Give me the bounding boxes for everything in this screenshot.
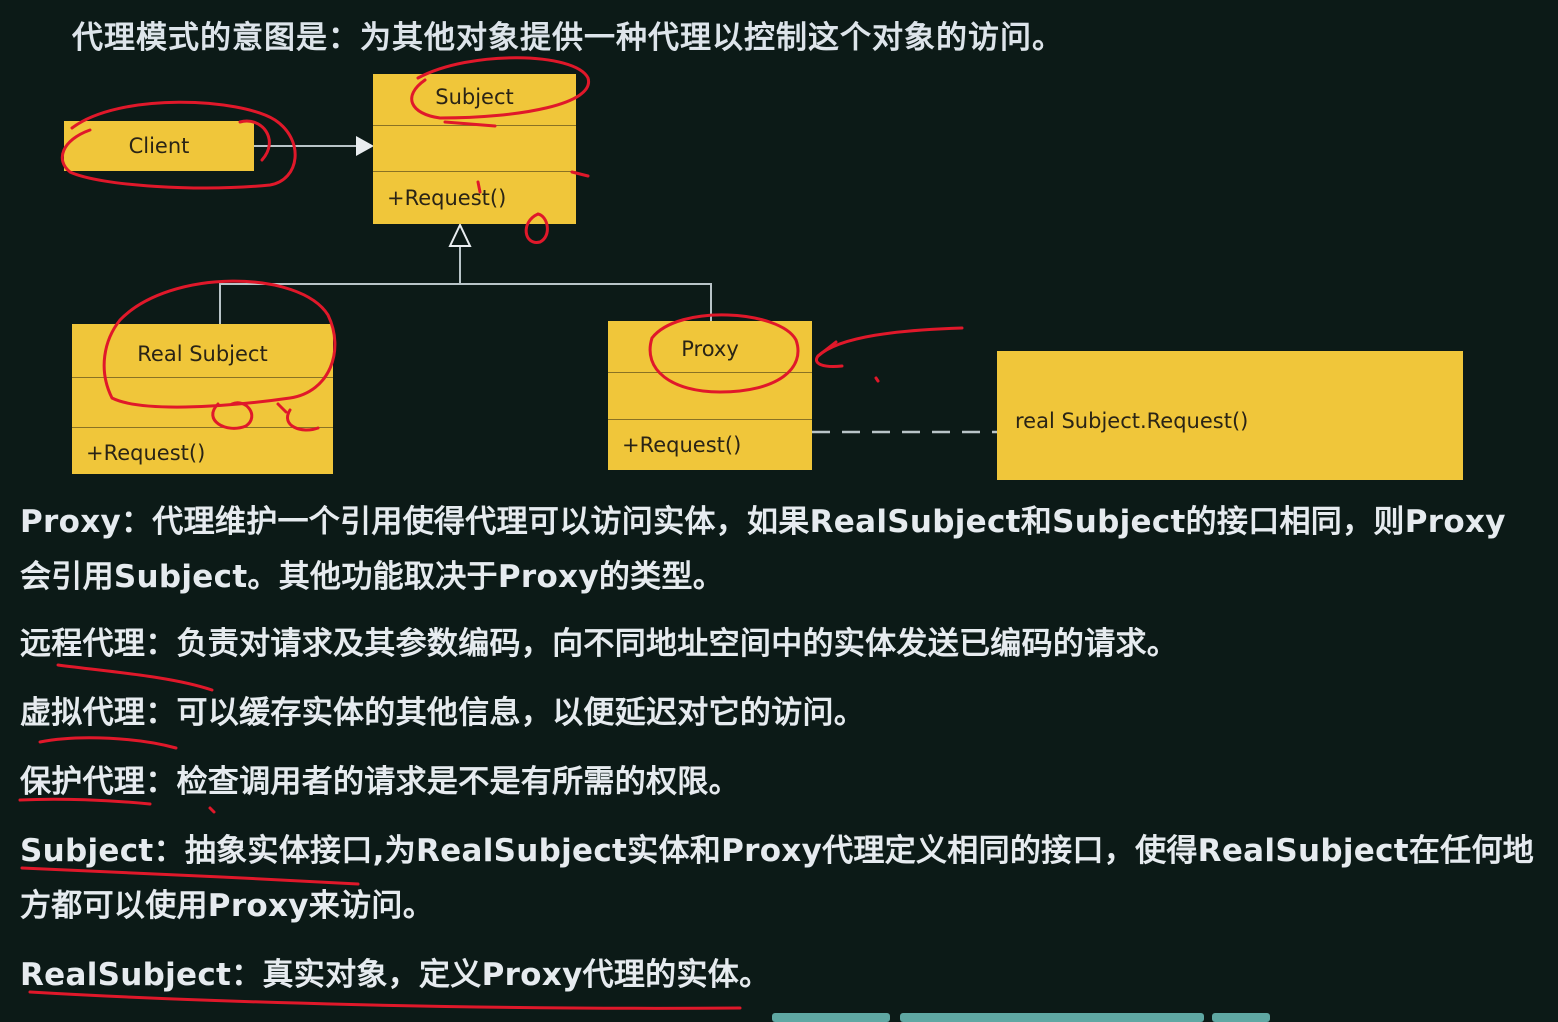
annotation-proxy-arrow [815,326,964,368]
annotation-underline-realsubject [28,990,742,1010]
annotation-client-hook [238,119,271,162]
annotation-proxy-arrow-head [816,340,838,358]
annotation-dot [874,376,880,383]
paragraph-protection-proxy: 保护代理：检查调用者的请求是不是有所需的权限。 [20,764,740,800]
annotation-subject-dash [570,170,590,178]
annotation-dot-protection [208,806,216,814]
annotation-real-scribble-3 [276,402,288,414]
paragraph-subject-line1: Subject：抽象实体接口,为RealSubject实体和Proxy代理定义相… [20,833,1535,869]
annotation-real-subject-circle [102,279,337,409]
annotation-request-tick [476,180,482,194]
paragraph-virtual-proxy: 虚拟代理：可以缓存实体的其他信息，以便延迟对它的访问。 [20,695,866,731]
annotation-client-circle [60,100,297,190]
paragraph-proxy-line2: 会引用Subject。其他功能取决于Proxy的类型。 [20,559,725,595]
annotation-proxy-circle [648,313,800,394]
paragraph-subject-line2: 方都可以使用Proxy来访问。 [20,888,435,924]
annotation-underline-virtual [38,736,178,750]
player-control-strip-2 [900,1013,1204,1022]
annotation-subject-circle [410,56,590,120]
player-control-strip-3 [1212,1013,1270,1022]
annotation-real-scribble-2 [286,408,320,432]
paragraph-remote-proxy: 远程代理：负责对请求及其参数编码，向不同地址空间中的实体发送已编码的请求。 [20,626,1179,662]
annotation-small-loop [524,212,549,244]
paragraph-realsubject: RealSubject：真实对象，定义Proxy代理的实体。 [20,957,771,993]
annotation-subject-tick [443,120,497,128]
paragraph-proxy-line1: Proxy：代理维护一个引用使得代理可以访问实体，如果RealSubject和S… [20,504,1506,540]
player-control-strip-1 [772,1013,890,1022]
